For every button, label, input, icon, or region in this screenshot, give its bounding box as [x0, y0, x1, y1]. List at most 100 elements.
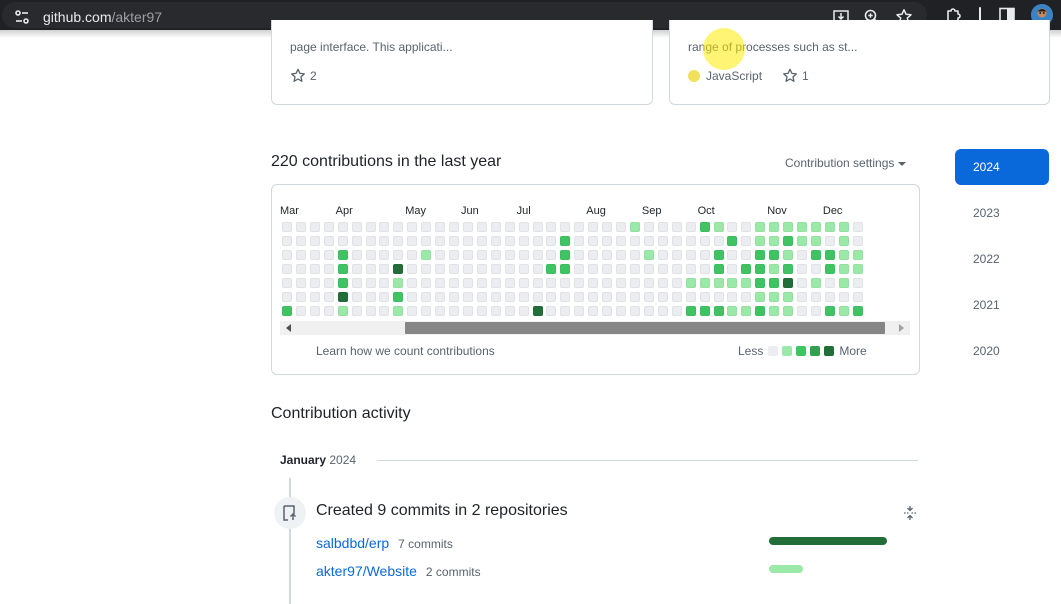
contribution-day-cell[interactable] [783, 222, 794, 232]
contribution-day-cell[interactable] [769, 249, 780, 260]
commit-count-link[interactable]: 7 commits [398, 537, 453, 551]
year-link-2023[interactable]: 2023 [955, 195, 1049, 231]
contribution-day-cell[interactable] [699, 263, 710, 274]
contribution-day-cell[interactable] [393, 222, 404, 232]
contribution-day-cell[interactable] [379, 263, 390, 274]
contribution-day-cell[interactable] [713, 249, 724, 260]
contribution-day-cell[interactable] [838, 305, 849, 316]
contribution-day-cell[interactable] [602, 249, 613, 260]
contribution-day-cell[interactable] [379, 249, 390, 260]
star-count[interactable]: 2 [310, 69, 317, 83]
learn-contributions-link[interactable]: Learn how we count contributions [316, 344, 495, 358]
contribution-day-cell[interactable] [337, 222, 348, 232]
contribution-day-cell[interactable] [351, 291, 362, 302]
contribution-day-cell[interactable] [713, 277, 724, 288]
contribution-day-cell[interactable] [852, 235, 863, 246]
contribution-day-cell[interactable] [546, 235, 557, 246]
contribution-day-cell[interactable] [337, 249, 348, 260]
contribution-day-cell[interactable] [643, 235, 654, 246]
contribution-day-cell[interactable] [588, 222, 599, 232]
contribution-day-cell[interactable] [309, 235, 320, 246]
contribution-day-cell[interactable] [282, 277, 292, 288]
contribution-day-cell[interactable] [449, 305, 460, 316]
contribution-day-cell[interactable] [546, 291, 557, 302]
contribution-day-cell[interactable] [476, 305, 487, 316]
contribution-day-cell[interactable] [741, 263, 752, 274]
contribution-day-cell[interactable] [476, 222, 487, 232]
contribution-day-cell[interactable] [435, 249, 446, 260]
contribution-day-cell[interactable] [643, 305, 654, 316]
contribution-day-cell[interactable] [560, 277, 571, 288]
contribution-day-cell[interactable] [393, 263, 404, 274]
contribution-day-cell[interactable] [657, 305, 668, 316]
contribution-day-cell[interactable] [602, 305, 613, 316]
contribution-day-cell[interactable] [602, 291, 613, 302]
year-link-2021[interactable]: 2021 [955, 287, 1049, 323]
contribution-day-cell[interactable] [532, 305, 543, 316]
contribution-day-cell[interactable] [588, 291, 599, 302]
year-link-2022[interactable]: 2022 [955, 241, 1049, 277]
contribution-day-cell[interactable] [337, 235, 348, 246]
contribution-day-cell[interactable] [337, 305, 348, 316]
contribution-day-cell[interactable] [546, 305, 557, 316]
contribution-day-cell[interactable] [449, 249, 460, 260]
contribution-day-cell[interactable] [838, 263, 849, 274]
contribution-day-cell[interactable] [365, 277, 376, 288]
contribution-day-cell[interactable] [741, 249, 752, 260]
contribution-day-cell[interactable] [546, 222, 557, 232]
contribution-day-cell[interactable] [852, 222, 863, 232]
contribution-day-cell[interactable] [282, 222, 292, 232]
contribution-day-cell[interactable] [727, 291, 738, 302]
contribution-day-cell[interactable] [282, 305, 292, 316]
contribution-day-cell[interactable] [379, 305, 390, 316]
contribution-day-cell[interactable] [588, 277, 599, 288]
contribution-day-cell[interactable] [685, 305, 696, 316]
contribution-day-cell[interactable] [282, 291, 292, 302]
contribution-day-cell[interactable] [379, 277, 390, 288]
contribution-day-cell[interactable] [421, 222, 432, 232]
contribution-day-cell[interactable] [810, 263, 821, 274]
contribution-day-cell[interactable] [295, 305, 306, 316]
contribution-day-cell[interactable] [421, 305, 432, 316]
contribution-day-cell[interactable] [797, 291, 808, 302]
contribution-day-cell[interactable] [532, 291, 543, 302]
contribution-day-cell[interactable] [435, 291, 446, 302]
contribution-day-cell[interactable] [616, 277, 627, 288]
contribution-day-cell[interactable] [797, 235, 808, 246]
contribution-day-cell[interactable] [351, 249, 362, 260]
contribution-day-cell[interactable] [741, 222, 752, 232]
contribution-day-cell[interactable] [643, 291, 654, 302]
star-icon[interactable] [782, 68, 798, 84]
contribution-day-cell[interactable] [616, 305, 627, 316]
contribution-day-cell[interactable] [532, 222, 543, 232]
contribution-day-cell[interactable] [852, 263, 863, 274]
contribution-day-cell[interactable] [741, 291, 752, 302]
contribution-day-cell[interactable] [713, 263, 724, 274]
contribution-day-cell[interactable] [810, 277, 821, 288]
contribution-day-cell[interactable] [351, 222, 362, 232]
site-settings-icon[interactable] [13, 8, 31, 26]
contribution-day-cell[interactable] [657, 291, 668, 302]
contribution-day-cell[interactable] [671, 277, 682, 288]
contribution-day-cell[interactable] [351, 235, 362, 246]
contribution-day-cell[interactable] [504, 277, 515, 288]
contribution-day-cell[interactable] [769, 291, 780, 302]
contribution-day-cell[interactable] [588, 249, 599, 260]
contribution-day-cell[interactable] [852, 305, 863, 316]
contribution-day-cell[interactable] [365, 305, 376, 316]
contribution-day-cell[interactable] [449, 277, 460, 288]
contribution-day-cell[interactable] [838, 235, 849, 246]
contribution-day-cell[interactable] [421, 291, 432, 302]
contribution-day-cell[interactable] [560, 222, 571, 232]
contribution-day-cell[interactable] [588, 263, 599, 274]
contribution-day-cell[interactable] [532, 263, 543, 274]
contribution-day-cell[interactable] [797, 277, 808, 288]
contribution-day-cell[interactable] [518, 291, 529, 302]
contribution-day-cell[interactable] [783, 277, 794, 288]
contribution-day-cell[interactable] [518, 249, 529, 260]
contribution-day-cell[interactable] [365, 249, 376, 260]
fold-icon[interactable] [902, 505, 918, 521]
contribution-day-cell[interactable] [337, 291, 348, 302]
contribution-day-cell[interactable] [797, 222, 808, 232]
contribution-day-cell[interactable] [476, 235, 487, 246]
